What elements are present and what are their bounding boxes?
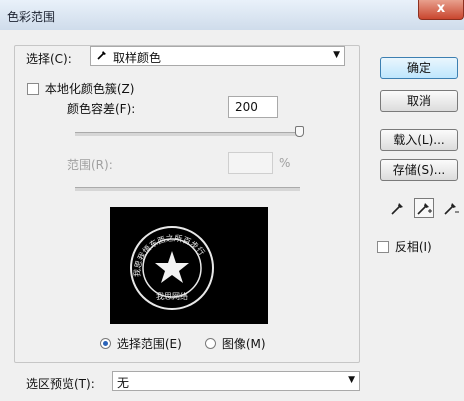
- titlebar: 色彩范围 x: [0, 0, 464, 31]
- cancel-button[interactable]: 取消: [380, 90, 458, 112]
- view-mode-selection[interactable]: 选择范围(E): [100, 335, 182, 352]
- load-button[interactable]: 载入(L)...: [380, 129, 458, 151]
- range-label: 范围(R):: [67, 158, 113, 172]
- chevron-down-icon: ▼: [348, 375, 355, 385]
- save-button[interactable]: 存储(S)...: [380, 159, 458, 181]
- preview-image: 我思我悟东西之所百步行 我思网络: [110, 207, 268, 324]
- eyedropper-plus-icon[interactable]: [414, 198, 434, 218]
- fuzziness-slider-handle[interactable]: [295, 126, 304, 137]
- eyedropper-icon: [96, 49, 108, 64]
- fuzziness-slider[interactable]: [75, 132, 300, 136]
- invert-row[interactable]: 反相(I): [377, 238, 432, 255]
- selection-preview-label: 选区预览(T):: [26, 377, 95, 391]
- select-value: 取样颜色: [113, 51, 162, 65]
- selection-radio[interactable]: [100, 338, 111, 349]
- fuzziness-input[interactable]: 200: [228, 96, 278, 118]
- fuzziness-label: 颜色容差(F):: [67, 102, 136, 116]
- selection-preview-value: 无: [117, 376, 130, 390]
- invert-label: 反相(I): [394, 240, 432, 254]
- view-mode-image[interactable]: 图像(M): [205, 335, 266, 352]
- selection-preview-dropdown[interactable]: 无 ▼: [112, 371, 360, 391]
- window-title: 色彩范围: [7, 10, 56, 24]
- localized-clusters-row[interactable]: 本地化颜色簇(Z): [27, 80, 134, 97]
- localized-clusters-label: 本地化颜色簇(Z): [44, 82, 135, 96]
- range-input: [228, 152, 273, 174]
- eyedropper-icon[interactable]: [388, 198, 408, 218]
- close-button[interactable]: x: [418, 0, 464, 20]
- eyedropper-minus-icon[interactable]: [441, 198, 461, 218]
- close-icon: x: [436, 1, 446, 16]
- chevron-down-icon: ▼: [333, 50, 340, 60]
- ok-button[interactable]: 确定: [380, 57, 458, 79]
- invert-checkbox[interactable]: [377, 240, 389, 253]
- localized-clusters-checkbox[interactable]: [27, 82, 39, 95]
- image-radio-label: 图像(M): [221, 337, 266, 351]
- select-label: 选择(C):: [22, 50, 76, 67]
- range-unit: %: [279, 156, 291, 170]
- fuzziness-value: 200: [235, 100, 258, 114]
- image-radio[interactable]: [205, 338, 216, 349]
- selection-radio-label: 选择范围(E): [116, 337, 182, 351]
- range-slider: [75, 187, 300, 191]
- seal-text-bottom: 我思网络: [156, 291, 188, 301]
- select-dropdown[interactable]: 取样颜色 ▼: [90, 46, 345, 66]
